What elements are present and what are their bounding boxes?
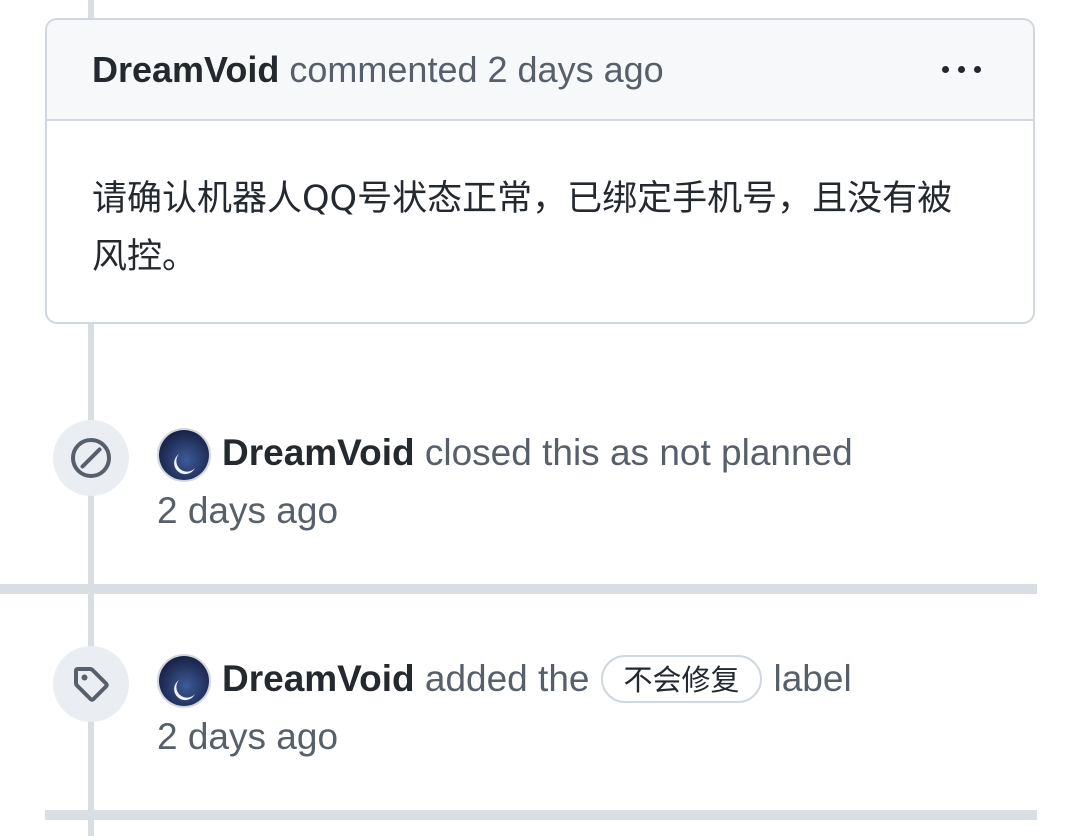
event-time[interactable]: 2 days ago [157, 488, 338, 534]
avatar[interactable] [157, 428, 211, 482]
comment-header: DreamVoid commented 2 days ago [47, 20, 1033, 121]
comment-card: DreamVoid commented 2 days ago 请确认机器人QQ号… [45, 18, 1035, 324]
more-options-icon[interactable] [942, 66, 981, 73]
event-text-before: added the [424, 658, 590, 699]
event-text: closed this as not planned [424, 432, 853, 473]
circle-slash-icon [53, 420, 129, 496]
comment-author-link[interactable]: DreamVoid [92, 49, 279, 90]
avatar[interactable] [157, 654, 211, 708]
comment-time[interactable]: 2 days ago [488, 49, 664, 90]
event-text-after: label [773, 658, 852, 699]
event-description: DreamVoid added the 不会修复 label [222, 655, 852, 703]
comment-action: commented [289, 49, 478, 90]
event-description: DreamVoid closed this as not planned [222, 430, 853, 476]
separator [0, 584, 1037, 594]
label-badge[interactable]: 不会修复 [601, 655, 762, 703]
event-time[interactable]: 2 days ago [157, 714, 338, 760]
event-author-link[interactable]: DreamVoid [222, 656, 415, 702]
comment-header-text: DreamVoid commented 2 days ago [92, 48, 664, 92]
comment-body: 请确认机器人QQ号状态正常，已绑定手机号，且没有被风控。 [92, 179, 953, 277]
separator [45, 810, 1037, 820]
tag-icon [53, 646, 129, 722]
event-author-link[interactable]: DreamVoid [222, 430, 415, 476]
